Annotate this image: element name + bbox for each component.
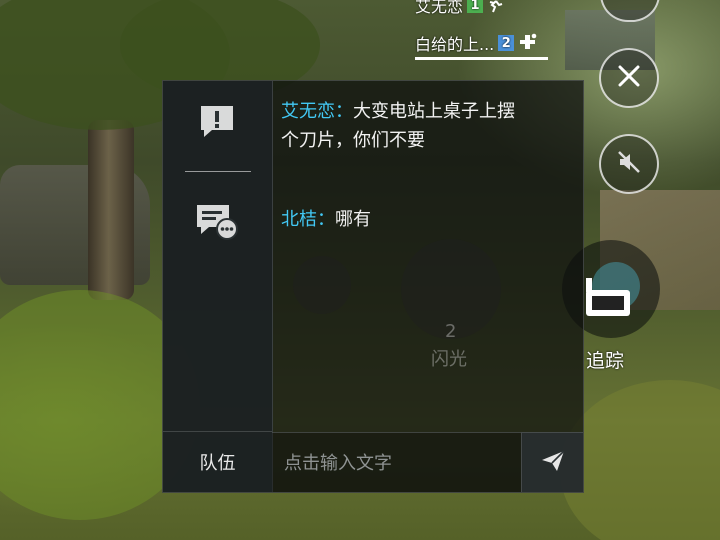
close-icon — [617, 64, 641, 92]
quick-chat-icon — [195, 202, 239, 244]
running-icon — [487, 0, 503, 16]
send-icon — [540, 449, 566, 477]
tree-trunk — [88, 120, 134, 300]
send-button[interactable] — [521, 432, 583, 492]
medic-cross-icon — [518, 32, 538, 55]
chat-sidebar: 队伍 — [163, 81, 273, 492]
alert-tab-button[interactable] — [197, 103, 237, 143]
team-channel-tab[interactable]: 队伍 — [163, 431, 272, 492]
message-text: 大变电站上桌子上摆 — [353, 101, 515, 122]
selected-teammate-underline — [415, 57, 548, 60]
track-icon — [580, 260, 644, 324]
sidebar-divider — [185, 171, 251, 172]
map-marker-ghost — [293, 256, 351, 314]
mute-voice-button[interactable] — [599, 134, 659, 194]
quick-chat-tab-button[interactable] — [195, 202, 239, 244]
chat-input-bar — [272, 432, 523, 493]
message-list: 艾无恋：大变电站上桌子上摆 个刀片，你们不要 — [281, 97, 576, 155]
teammate-row[interactable]: 白给的上... 2 — [415, 32, 538, 54]
close-button[interactable] — [599, 48, 659, 108]
message-sender: 北桔： — [281, 209, 335, 230]
alert-message-icon — [198, 103, 236, 143]
chat-input[interactable] — [282, 433, 516, 493]
teammate-row[interactable]: 艾无恋 1 — [415, 0, 503, 16]
flashbang-label: 闪光 — [431, 349, 467, 370]
teammate-name: 艾无恋 — [415, 0, 464, 16]
message-sender: 艾无恋： — [281, 101, 353, 122]
teammate-number-badge: 1 — [467, 0, 484, 13]
teammate-number-badge: 2 — [498, 35, 515, 51]
chat-message: 北桔：哪有 — [281, 205, 371, 234]
track-label: 追踪 — [586, 350, 625, 372]
teammate-name: 白给的上... — [415, 35, 495, 54]
message-text: 哪有 — [335, 209, 371, 230]
grass-patch — [560, 380, 720, 540]
muted-voice-icon — [616, 149, 642, 179]
flashbang-count: 2 — [445, 321, 457, 342]
message-text-continued: 个刀片，你们不要 — [281, 130, 425, 151]
chat-message: 艾无恋：大变电站上桌子上摆 个刀片，你们不要 — [281, 97, 576, 155]
chat-panel: 队伍 2 闪光 艾无恋：大变电站上桌子上摆 个刀片，你们不要 北桔：哪有 — [162, 80, 584, 493]
